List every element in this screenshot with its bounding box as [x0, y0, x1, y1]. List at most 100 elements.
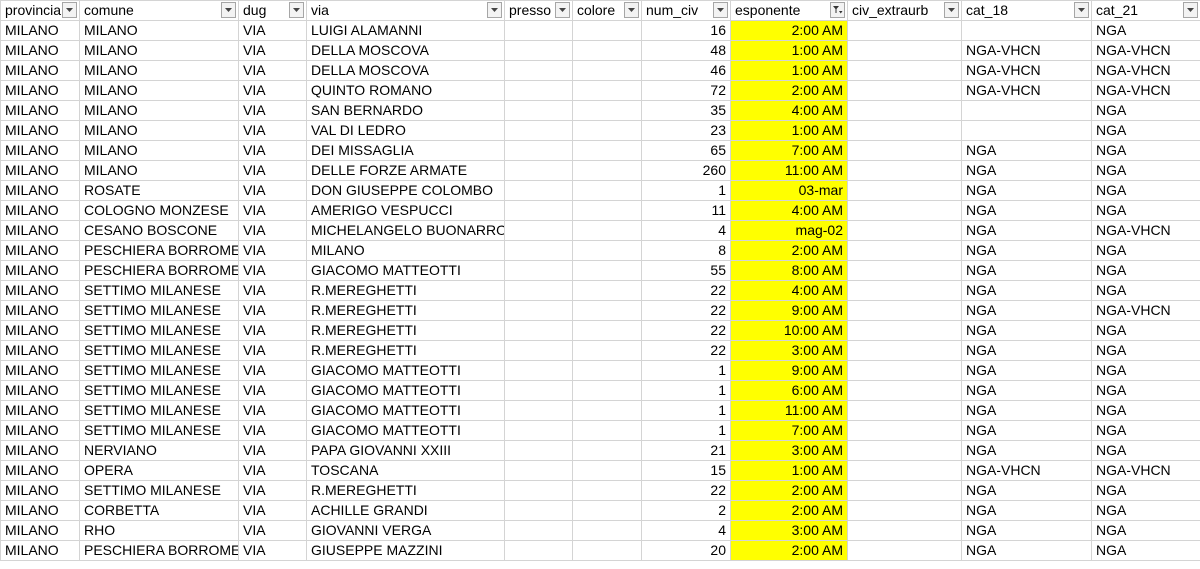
cell-cat_18[interactable]: NGA: [961, 420, 1092, 441]
cell-presso[interactable]: [504, 400, 573, 421]
cell-comune[interactable]: SETTIMO MILANESE: [79, 280, 239, 301]
cell-civ_extraurb[interactable]: [847, 260, 962, 281]
cell-cat_18[interactable]: NGA: [961, 520, 1092, 541]
cell-esponente[interactable]: 1:00 AM: [730, 60, 848, 81]
cell-dug[interactable]: VIA: [238, 300, 307, 321]
cell-comune[interactable]: MILANO: [79, 60, 239, 81]
cell-num_civ[interactable]: 35: [641, 100, 731, 121]
cell-provincia[interactable]: MILANO: [0, 340, 80, 361]
cell-esponente[interactable]: 7:00 AM: [730, 420, 848, 441]
cell-via[interactable]: R.MEREGHETTI: [306, 300, 505, 321]
cell-comune[interactable]: SETTIMO MILANESE: [79, 300, 239, 321]
cell-presso[interactable]: [504, 380, 573, 401]
cell-esponente[interactable]: 4:00 AM: [730, 200, 848, 221]
cell-num_civ[interactable]: 22: [641, 340, 731, 361]
cell-dug[interactable]: VIA: [238, 460, 307, 481]
cell-num_civ[interactable]: 8: [641, 240, 731, 261]
cell-presso[interactable]: [504, 320, 573, 341]
filter-dropdown-icon[interactable]: [289, 2, 304, 18]
column-header-provincia[interactable]: provincia: [0, 0, 80, 21]
cell-presso[interactable]: [504, 420, 573, 441]
cell-cat_18[interactable]: NGA-VHCN: [961, 60, 1092, 81]
filter-dropdown-icon[interactable]: [487, 2, 502, 18]
cell-cat_21[interactable]: NGA-VHCN: [1091, 60, 1200, 81]
cell-cat_21[interactable]: NGA: [1091, 140, 1200, 161]
cell-comune[interactable]: ROSATE: [79, 180, 239, 201]
cell-colore[interactable]: [572, 540, 642, 561]
cell-colore[interactable]: [572, 220, 642, 241]
cell-presso[interactable]: [504, 160, 573, 181]
cell-cat_21[interactable]: NGA: [1091, 20, 1200, 41]
cell-esponente[interactable]: 03-mar: [730, 180, 848, 201]
cell-cat_21[interactable]: NGA: [1091, 440, 1200, 461]
cell-provincia[interactable]: MILANO: [0, 260, 80, 281]
cell-presso[interactable]: [504, 60, 573, 81]
cell-cat_18[interactable]: NGA: [961, 220, 1092, 241]
cell-esponente[interactable]: 9:00 AM: [730, 300, 848, 321]
cell-num_civ[interactable]: 48: [641, 40, 731, 61]
cell-dug[interactable]: VIA: [238, 320, 307, 341]
cell-num_civ[interactable]: 22: [641, 320, 731, 341]
cell-dug[interactable]: VIA: [238, 400, 307, 421]
cell-provincia[interactable]: MILANO: [0, 60, 80, 81]
cell-civ_extraurb[interactable]: [847, 420, 962, 441]
cell-num_civ[interactable]: 16: [641, 20, 731, 41]
cell-comune[interactable]: MILANO: [79, 120, 239, 141]
cell-cat_21[interactable]: NGA: [1091, 520, 1200, 541]
cell-cat_18[interactable]: NGA-VHCN: [961, 460, 1092, 481]
filter-dropdown-icon[interactable]: [624, 2, 639, 18]
column-header-esponente[interactable]: esponente: [730, 0, 848, 21]
cell-presso[interactable]: [504, 500, 573, 521]
cell-dug[interactable]: VIA: [238, 340, 307, 361]
cell-colore[interactable]: [572, 200, 642, 221]
cell-cat_18[interactable]: [961, 120, 1092, 141]
cell-civ_extraurb[interactable]: [847, 180, 962, 201]
cell-via[interactable]: GIUSEPPE MAZZINI: [306, 540, 505, 561]
cell-provincia[interactable]: MILANO: [0, 180, 80, 201]
cell-colore[interactable]: [572, 520, 642, 541]
cell-presso[interactable]: [504, 280, 573, 301]
cell-civ_extraurb[interactable]: [847, 100, 962, 121]
cell-cat_18[interactable]: NGA: [961, 200, 1092, 221]
cell-cat_21[interactable]: NGA: [1091, 200, 1200, 221]
cell-presso[interactable]: [504, 260, 573, 281]
cell-comune[interactable]: COLOGNO MONZESE: [79, 200, 239, 221]
cell-comune[interactable]: MILANO: [79, 80, 239, 101]
cell-comune[interactable]: PESCHIERA BORROMEO: [79, 260, 239, 281]
cell-cat_18[interactable]: NGA: [961, 180, 1092, 201]
cell-dug[interactable]: VIA: [238, 220, 307, 241]
cell-comune[interactable]: NERVIANO: [79, 440, 239, 461]
column-header-num_civ[interactable]: num_civ: [641, 0, 731, 21]
cell-provincia[interactable]: MILANO: [0, 140, 80, 161]
cell-comune[interactable]: MILANO: [79, 100, 239, 121]
cell-provincia[interactable]: MILANO: [0, 400, 80, 421]
cell-presso[interactable]: [504, 360, 573, 381]
cell-provincia[interactable]: MILANO: [0, 220, 80, 241]
cell-num_civ[interactable]: 2: [641, 500, 731, 521]
filter-dropdown-icon[interactable]: [62, 2, 77, 18]
cell-colore[interactable]: [572, 140, 642, 161]
cell-esponente[interactable]: 3:00 AM: [730, 520, 848, 541]
filter-dropdown-icon[interactable]: [713, 2, 728, 18]
cell-presso[interactable]: [504, 200, 573, 221]
cell-esponente[interactable]: 8:00 AM: [730, 260, 848, 281]
cell-cat_21[interactable]: NGA-VHCN: [1091, 40, 1200, 61]
cell-esponente[interactable]: 9:00 AM: [730, 360, 848, 381]
cell-via[interactable]: GIACOMO MATTEOTTI: [306, 420, 505, 441]
cell-via[interactable]: TOSCANA: [306, 460, 505, 481]
cell-cat_21[interactable]: NGA: [1091, 500, 1200, 521]
cell-via[interactable]: DEI MISSAGLIA: [306, 140, 505, 161]
cell-civ_extraurb[interactable]: [847, 460, 962, 481]
cell-civ_extraurb[interactable]: [847, 140, 962, 161]
cell-esponente[interactable]: 11:00 AM: [730, 160, 848, 181]
filter-dropdown-icon[interactable]: [221, 2, 236, 18]
cell-cat_21[interactable]: NGA: [1091, 540, 1200, 561]
cell-civ_extraurb[interactable]: [847, 340, 962, 361]
cell-via[interactable]: GIACOMO MATTEOTTI: [306, 400, 505, 421]
cell-cat_18[interactable]: NGA-VHCN: [961, 40, 1092, 61]
cell-cat_18[interactable]: NGA: [961, 340, 1092, 361]
cell-comune[interactable]: PESCHIERA BORROMEO: [79, 540, 239, 561]
cell-cat_18[interactable]: NGA: [961, 160, 1092, 181]
cell-presso[interactable]: [504, 480, 573, 501]
cell-civ_extraurb[interactable]: [847, 280, 962, 301]
